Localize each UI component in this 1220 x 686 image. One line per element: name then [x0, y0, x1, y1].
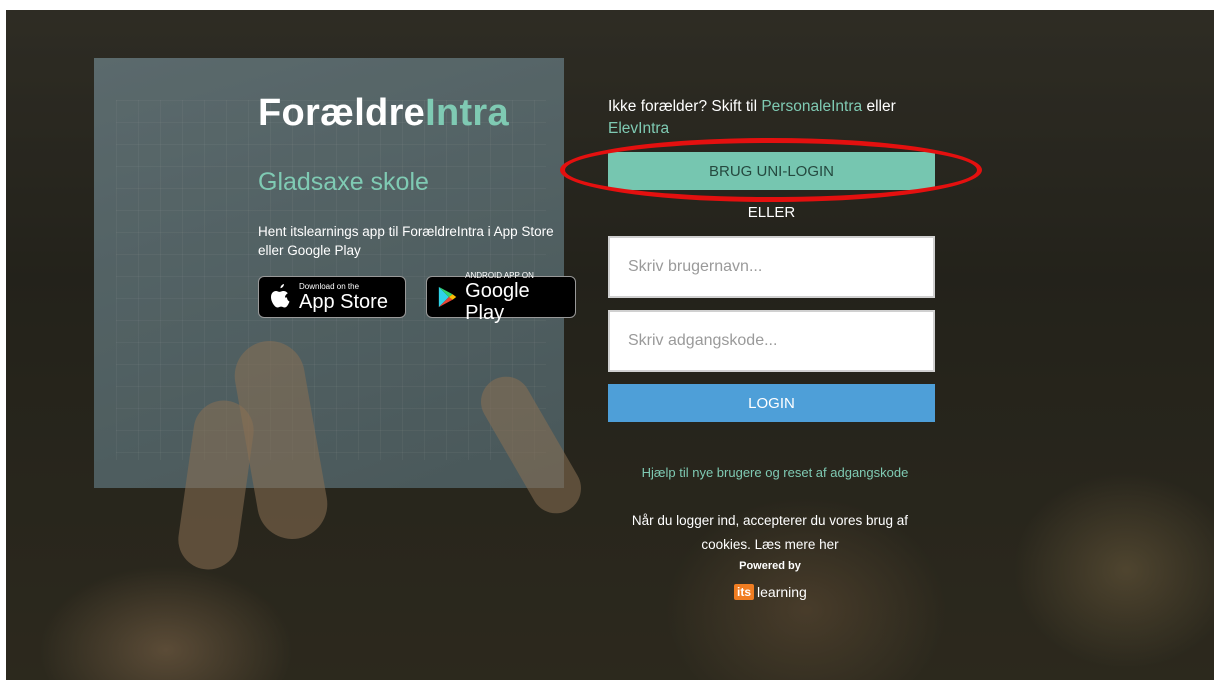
its-logo-box: its — [734, 584, 755, 600]
google-play-button[interactable]: ANDROID APP ON Google Play — [426, 271, 576, 324]
store-small-text: Download on the — [299, 281, 360, 291]
app-store-button[interactable]: Download on the App Store — [258, 276, 406, 318]
personaleintra-link[interactable]: PersonaleIntra — [761, 98, 862, 115]
cookie-notice[interactable]: Når du logger ind, accepterer du vores b… — [610, 509, 930, 557]
brand-logo: ForældreIntra — [258, 92, 509, 134]
powered-by-label: Powered by — [739, 560, 801, 572]
password-field[interactable]: Skriv adgangskode... — [608, 310, 935, 372]
school-name: Gladsaxe skole — [258, 168, 429, 196]
switch-portal-text: Ikke forælder? Skift til PersonaleIntra … — [608, 96, 928, 140]
switch-middle: eller — [862, 98, 896, 115]
red-highlight-ellipse — [560, 138, 982, 202]
app-promo-text: Hent itslearnings app til ForældreIntra … — [258, 224, 554, 258]
google-play-icon — [438, 286, 457, 308]
store-small-text: ANDROID APP ON — [465, 270, 534, 280]
elevintra-link[interactable]: ElevIntra — [608, 120, 669, 137]
store-big-text: Google Play — [465, 279, 530, 324]
store-big-text: App Store — [299, 290, 388, 313]
help-link[interactable]: Hjælp til nye brugere og reset af adgang… — [640, 461, 910, 485]
login-button[interactable]: LOGIN — [608, 384, 935, 422]
itslearning-logo: its learning — [734, 584, 807, 600]
switch-prefix: Ikke forælder? Skift til — [608, 98, 762, 115]
username-field[interactable]: Skriv brugernavn... — [608, 236, 935, 298]
apple-icon — [271, 284, 290, 308]
its-logo-word: learning — [757, 584, 807, 600]
or-divider: ELLER — [747, 204, 796, 221]
